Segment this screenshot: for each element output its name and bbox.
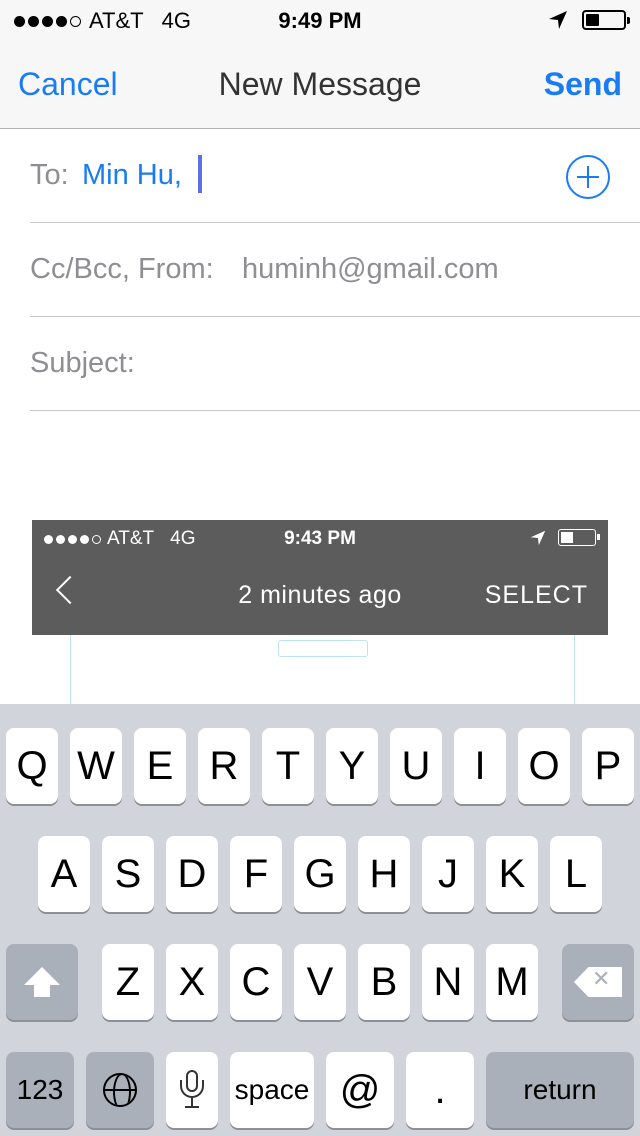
key-r[interactable]: R — [198, 728, 250, 804]
key-v[interactable]: V — [294, 944, 346, 1020]
embedded-battery-icon — [558, 529, 600, 546]
keyboard: QWERTYUIOP ASDFGHJKL ZXCVBNM ✕ 123 space… — [0, 704, 640, 1136]
status-time: 9:49 PM — [278, 8, 362, 33]
shift-icon — [24, 967, 60, 997]
add-contact-icon[interactable] — [566, 155, 610, 199]
delete-key[interactable]: ✕ — [562, 944, 634, 1020]
from-address[interactable]: huminh@gmail.com — [242, 253, 499, 286]
key-g[interactable]: G — [294, 836, 346, 912]
to-field[interactable]: To: Min Hu, — [30, 129, 640, 223]
text-cursor — [198, 155, 202, 193]
key-y[interactable]: Y — [326, 728, 378, 804]
embedded-handle — [278, 640, 368, 657]
key-d[interactable]: D — [166, 836, 218, 912]
key-p[interactable]: P — [582, 728, 634, 804]
key-b[interactable]: B — [358, 944, 410, 1020]
return-key[interactable]: return — [486, 1052, 634, 1128]
shift-key[interactable] — [6, 944, 78, 1020]
cancel-button[interactable]: Cancel — [18, 66, 118, 103]
location-arrow-icon — [549, 11, 567, 29]
key-u[interactable]: U — [390, 728, 442, 804]
to-label: To: — [30, 159, 69, 191]
space-key[interactable]: space — [230, 1052, 314, 1128]
subject-field[interactable]: Subject: — [30, 317, 640, 411]
key-m[interactable]: M — [486, 944, 538, 1020]
embedded-select-label: SELECT — [484, 581, 588, 609]
embedded-location-arrow-icon — [530, 530, 546, 545]
embedded-status-bar: AT&T 4G 9:43 PM — [32, 520, 608, 556]
key-o[interactable]: O — [518, 728, 570, 804]
key-x[interactable]: X — [166, 944, 218, 1020]
key-c[interactable]: C — [230, 944, 282, 1020]
embedded-divider-left — [70, 635, 71, 705]
key-a[interactable]: A — [38, 836, 90, 912]
nav-bar: Cancel New Message Send — [0, 40, 640, 129]
key-f[interactable]: F — [230, 836, 282, 912]
embedded-time: 9:43 PM — [284, 528, 356, 549]
key-e[interactable]: E — [134, 728, 186, 804]
key-w[interactable]: W — [70, 728, 122, 804]
dictation-key[interactable] — [166, 1052, 218, 1128]
dot-key[interactable]: . — [406, 1052, 474, 1128]
globe-icon — [103, 1073, 137, 1107]
key-h[interactable]: H — [358, 836, 410, 912]
key-q[interactable]: Q — [6, 728, 58, 804]
cc-bcc-from-label: Cc/Bcc, From: — [30, 253, 214, 285]
battery-icon — [582, 10, 630, 30]
embedded-divider-right — [574, 635, 575, 705]
key-i[interactable]: I — [454, 728, 506, 804]
subject-label: Subject: — [30, 347, 135, 379]
key-j[interactable]: J — [422, 836, 474, 912]
send-button[interactable]: Send — [544, 66, 622, 103]
cc-bcc-from-field[interactable]: Cc/Bcc, From: huminh@gmail.com — [30, 223, 640, 317]
key-k[interactable]: K — [486, 836, 538, 912]
at-key[interactable]: @ — [326, 1052, 394, 1128]
key-l[interactable]: L — [550, 836, 602, 912]
microphone-icon — [179, 1070, 205, 1110]
globe-key[interactable] — [86, 1052, 154, 1128]
key-z[interactable]: Z — [102, 944, 154, 1020]
key-t[interactable]: T — [262, 728, 314, 804]
key-s[interactable]: S — [102, 836, 154, 912]
key-n[interactable]: N — [422, 944, 474, 1020]
embedded-screenshot: AT&T 4G 9:43 PM 2 minutes ago SELECT — [32, 520, 608, 635]
status-bar: AT&T 4G 9:49 PM — [0, 0, 640, 40]
recipient-token[interactable]: Min Hu, — [82, 159, 182, 192]
numbers-key[interactable]: 123 — [6, 1052, 74, 1128]
